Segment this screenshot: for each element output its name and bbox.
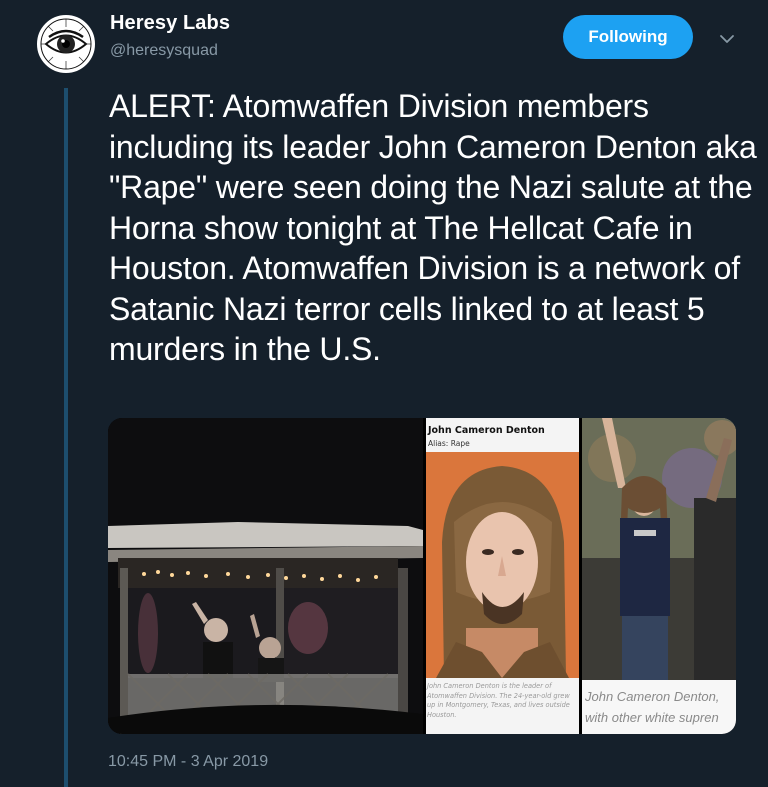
tweet-timestamp[interactable]: 10:45 PM - 3 Apr 2019: [108, 753, 268, 771]
media-photo-mugshot[interactable]: John Cameron Denton Alias: Rape John Cam…: [426, 418, 579, 734]
author-handle[interactable]: @heresysquad: [110, 42, 218, 60]
salute-caption: John Cameron Denton, with other white su…: [585, 686, 736, 728]
media-photo-cafe[interactable]: [108, 418, 423, 734]
mugshot-name: John Cameron Denton: [428, 425, 545, 436]
avatar[interactable]: [35, 13, 97, 75]
salute-caption-line-2: with other white supren: [585, 710, 719, 725]
salute-caption-line-1: John Cameron Denton,: [585, 689, 720, 704]
mugshot-image: [426, 452, 579, 678]
mugshot-alias: Alias: Rape: [428, 439, 470, 448]
author-name[interactable]: Heresy Labs: [110, 12, 230, 35]
media-photo-salute[interactable]: John Cameron Denton, with other white su…: [582, 418, 736, 734]
following-button[interactable]: Following: [563, 15, 693, 59]
cafe-photo-image: [108, 418, 423, 734]
tweet-text: ALERT: Atomwaffen Division members inclu…: [109, 88, 757, 367]
thread-line: [64, 88, 68, 787]
eye-logo-icon: [38, 16, 94, 72]
mugshot-caption: John Cameron Denton is the leader of Ato…: [427, 682, 570, 719]
chevron-down-icon[interactable]: [716, 30, 738, 48]
salute-photo-image: [582, 418, 736, 680]
tweet-media[interactable]: John Cameron Denton Alias: Rape John Cam…: [108, 418, 736, 734]
